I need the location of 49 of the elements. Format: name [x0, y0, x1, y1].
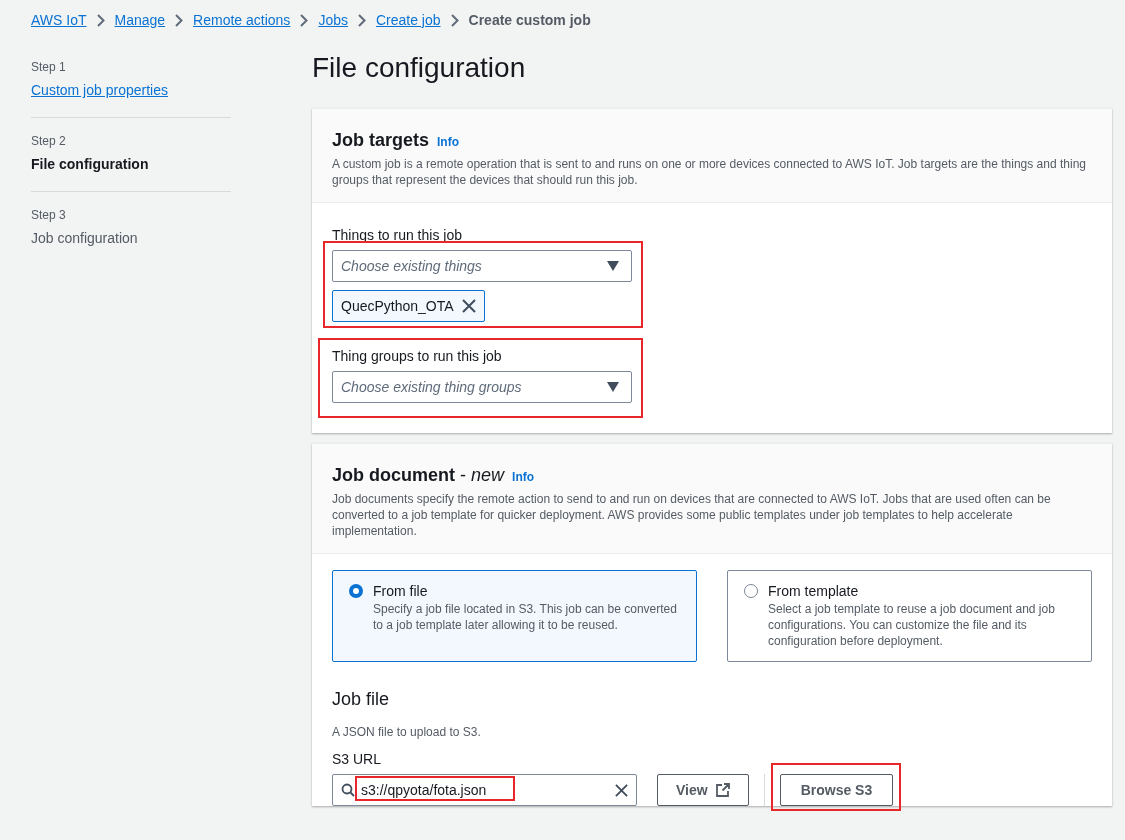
field-label: S3 URL [332, 750, 383, 769]
page-title: File configuration [312, 51, 527, 85]
step-number: Step 2 [31, 133, 67, 150]
chevron-right-icon [450, 13, 459, 27]
select-field[interactable]: Choose existing things [332, 250, 632, 282]
section-heading: Job file [332, 688, 391, 711]
step-title: Job configuration [31, 229, 139, 248]
chevron-right-icon [175, 13, 184, 27]
section-description: A JSON file to upload to S3. [332, 724, 482, 741]
radio-button[interactable] [349, 584, 363, 598]
chevron-right-icon [96, 13, 105, 27]
step-number: Step 1 [31, 59, 67, 76]
radio-button[interactable] [744, 584, 758, 598]
close-icon [615, 783, 628, 797]
option-label: From template [768, 583, 860, 599]
search-icon [341, 783, 355, 797]
step-title: File configuration [31, 155, 150, 174]
radio-tile[interactable]: From file Specify a job file located in S3. This job can be converted to a job template later allowing it to be reused. [332, 570, 697, 662]
info-link[interactable]: Info [437, 133, 460, 151]
view-button[interactable]: View [657, 774, 749, 806]
caret-icon [607, 261, 619, 271]
chevron-right-icon [357, 13, 366, 27]
breadcrumb-link[interactable]: Manage [114, 9, 166, 31]
step-number: Step 3 [31, 207, 67, 224]
card-description: Job documents specify the remote action to send to and run on devices that are connected to AWS IoT. Jobs that are used often can be converted to a job template for quicker deployment. AWS provides some public templates under job templates to help accelerate implementation. [332, 491, 1052, 539]
breadcrumb-current: Create custom job [468, 10, 591, 30]
search-field[interactable]: s3://qpyota/fota.json [332, 774, 637, 806]
breadcrumb-link[interactable]: AWS IoT [31, 9, 87, 31]
breadcrumb-link[interactable]: Create job [375, 9, 441, 31]
browse-s3-button[interactable]: Browse S3 [779, 774, 894, 806]
option-description: Specify a job file located in S3. This job can be converted to a job template later allowing it to be reused. [373, 601, 678, 633]
radio-tile[interactable]: From template Select a job template to reuse a job document and job configurations. You can customize the file and its configuration before deployment. [727, 570, 1092, 662]
external-link-icon [715, 783, 730, 797]
option-label: From file [373, 583, 429, 599]
selected-token: QuecPython_OTA [332, 290, 485, 322]
info-link[interactable]: Info [512, 468, 535, 486]
chevron-right-icon [300, 13, 309, 27]
select-field[interactable]: Choose existing thing groups [332, 371, 632, 403]
breadcrumb-link[interactable]: Jobs [318, 9, 348, 31]
card-description: A custom job is a remote operation that is sent to and runs on one or more devices connected to AWS IoT. Job targets are the things and thing groups that represent the devices that should run this job. [332, 156, 1087, 188]
field-label: Thing groups to run this job [332, 347, 503, 366]
step-link[interactable]: Custom job properties [31, 80, 231, 101]
card-title: Job document - new [332, 464, 505, 487]
breadcrumb-link[interactable]: Remote actions [193, 9, 291, 31]
remove-token-button[interactable] [461, 299, 476, 313]
card-title: Job targets [332, 129, 430, 152]
caret-icon [607, 382, 619, 392]
close-icon [461, 299, 476, 313]
option-description: Select a job template to reuse a job document and job configurations. You can customize the file and its configuration before deployment. [768, 601, 1056, 649]
